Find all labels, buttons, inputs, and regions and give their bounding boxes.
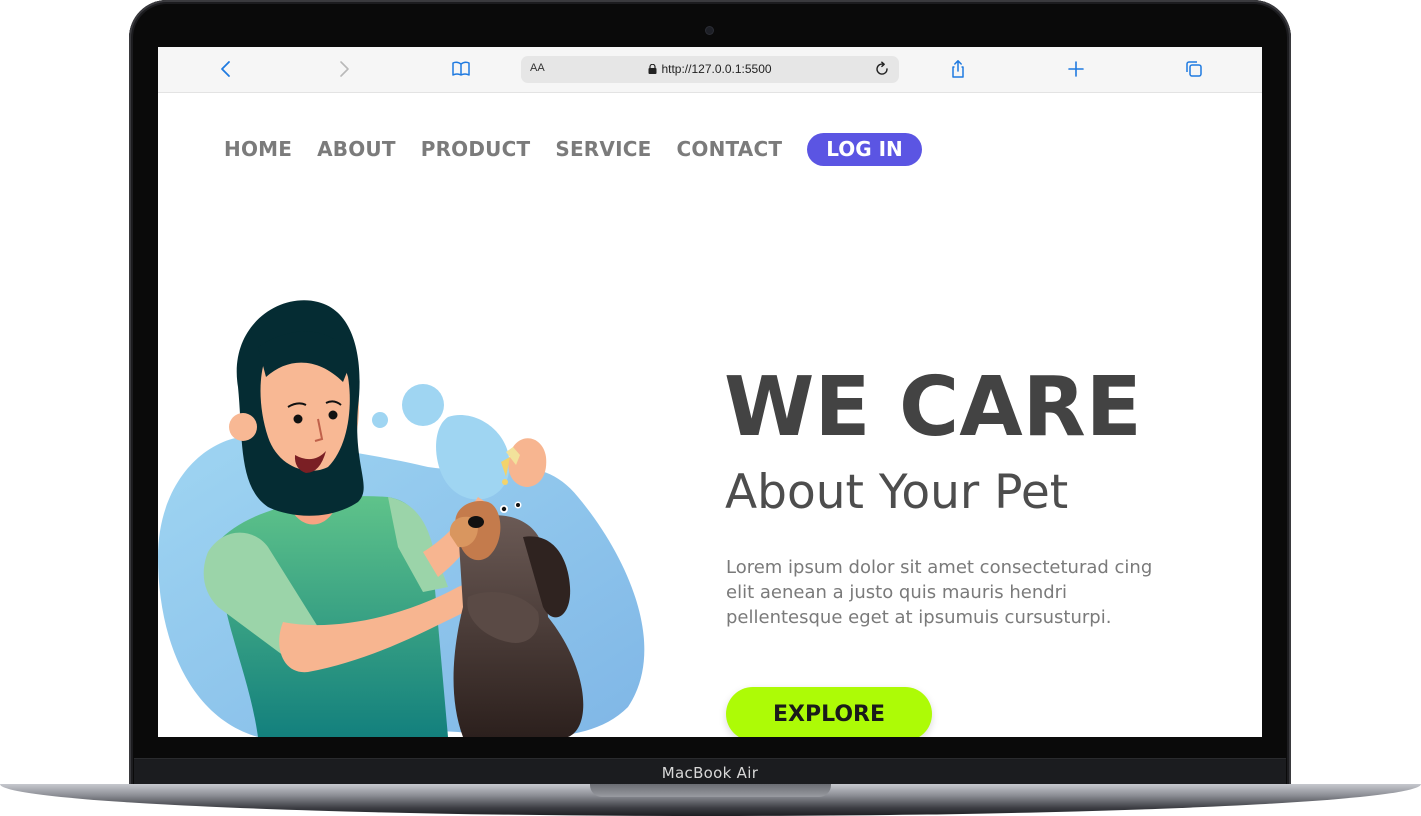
hero-description: Lorem ipsum dolor sit amet consecteturad…	[726, 557, 1153, 628]
laptop-chin: MacBook Air	[134, 758, 1286, 787]
site-nav: HOME ABOUT PRODUCT SERVICE CONTACT LOG I…	[224, 131, 922, 167]
url-field[interactable]: http://127.0.0.1:5500	[521, 62, 899, 76]
nav-about[interactable]: ABOUT	[317, 137, 396, 161]
tabs-icon[interactable]	[1183, 58, 1205, 80]
hero-subtitle: About Your Pet	[725, 465, 1069, 520]
nav-home[interactable]: HOME	[224, 137, 292, 161]
nav-contact[interactable]: CONTACT	[676, 137, 782, 161]
nav-service[interactable]: SERVICE	[555, 137, 651, 161]
forward-icon[interactable]	[333, 58, 355, 80]
back-icon[interactable]	[215, 58, 237, 80]
hero-title: WE CARE	[724, 360, 1142, 455]
share-icon[interactable]	[947, 58, 969, 80]
address-bar[interactable]: AA http://127.0.0.1:5500	[521, 56, 899, 83]
reload-icon[interactable]	[872, 59, 892, 79]
login-button[interactable]: LOG IN	[807, 132, 922, 166]
browser-toolbar: AA http://127.0.0.1:5500	[158, 47, 1262, 93]
lock-icon	[648, 63, 657, 74]
url-text: http://127.0.0.1:5500	[661, 62, 772, 76]
bookmarks-icon[interactable]	[450, 58, 472, 80]
device-label: MacBook Air	[661, 764, 759, 782]
browser-screen: AA http://127.0.0.1:5500 HOME ABOUT PROD…	[158, 47, 1262, 737]
new-tab-icon[interactable]	[1065, 58, 1087, 80]
camera-icon	[706, 27, 713, 34]
laptop-notch	[590, 784, 831, 797]
nav-product[interactable]: PRODUCT	[421, 137, 531, 161]
woman-with-dog-illustration	[158, 300, 645, 737]
explore-button[interactable]: EXPLORE	[726, 687, 932, 737]
